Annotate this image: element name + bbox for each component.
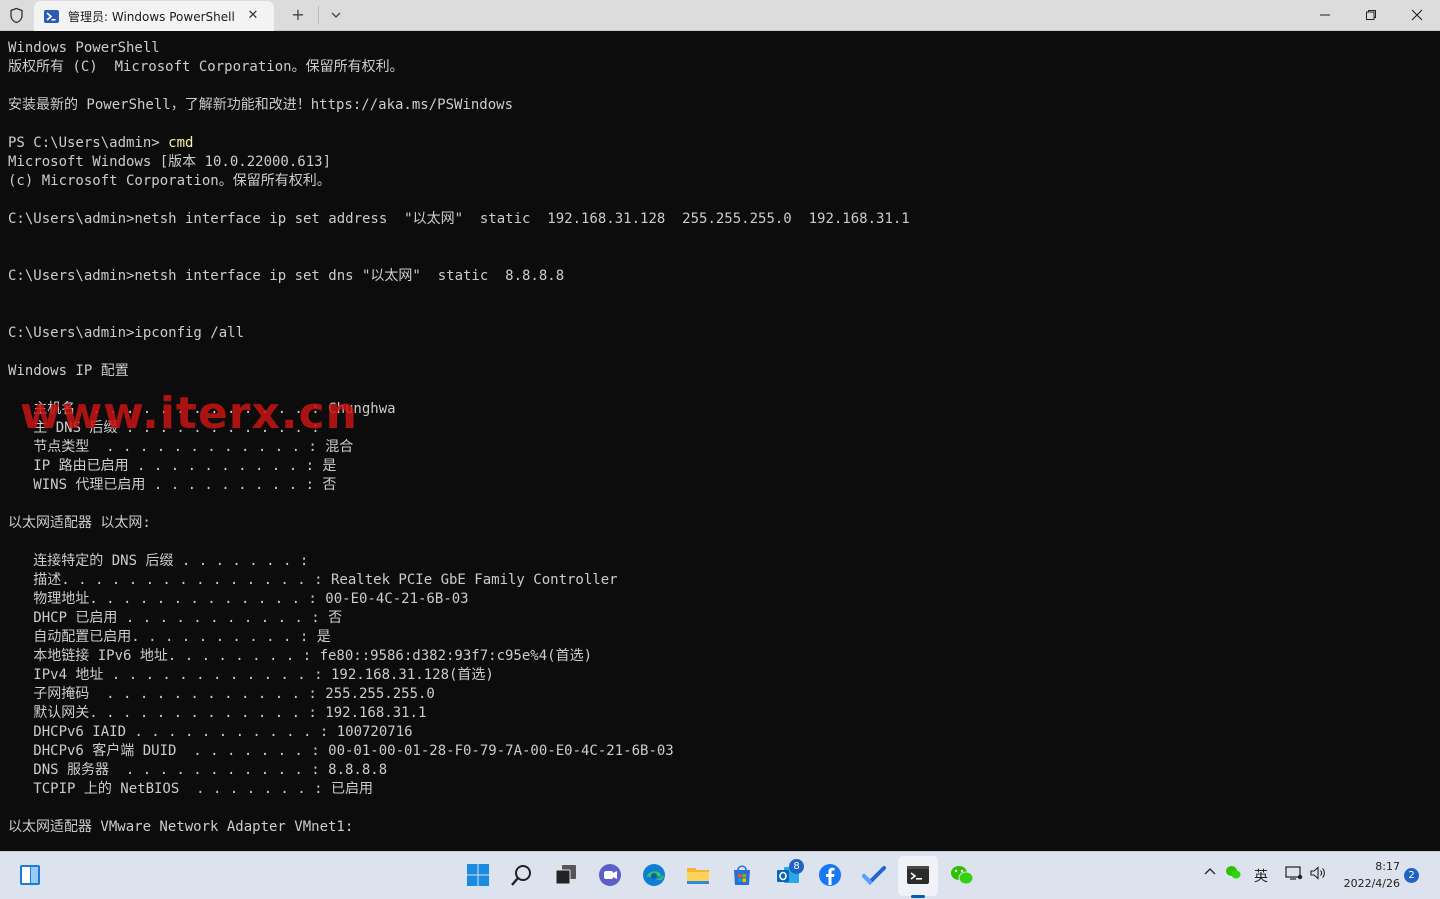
powershell-icon — [44, 9, 59, 24]
terminal-line: IPv4 地址 . . . . . . . . . . . . : 192.16… — [8, 667, 494, 683]
terminal-line: 物理地址. . . . . . . . . . . . . : 00-E0-4C… — [8, 591, 469, 607]
terminal-line: 版权所有 (C) Microsoft Corporation。保留所有权利。 — [8, 59, 404, 75]
watermark: www.iterx.cn — [20, 388, 359, 439]
terminal-line: DHCPv6 客户端 DUID . . . . . . . : 00-01-00… — [8, 743, 674, 759]
edge-icon[interactable] — [639, 860, 669, 890]
tab-dropdown-button[interactable] — [324, 5, 348, 25]
terminal-pane[interactable]: Windows PowerShell 版权所有 (C) Microsoft Cor… — [0, 31, 1440, 851]
close-tab-button[interactable]: ✕ — [243, 6, 263, 26]
terminal-line: WINS 代理已启用 . . . . . . . . . : 否 — [8, 477, 337, 493]
terminal-line: Microsoft Windows [版本 10.0.22000.613] — [8, 154, 332, 170]
terminal-line: 本地链接 IPv6 地址. . . . . . . . : fe80::9586… — [8, 648, 593, 664]
network-icon[interactable] — [1285, 865, 1303, 885]
tab-title: 管理员: Windows PowerShell — [68, 10, 235, 24]
wechat-icon[interactable] — [947, 860, 977, 890]
clock-date[interactable]: 2022/4/26 — [1330, 877, 1400, 890]
new-tab-button[interactable]: + — [286, 5, 310, 25]
close-icon — [1411, 9, 1423, 21]
widgets-icon[interactable] — [15, 860, 45, 890]
store-icon[interactable] — [727, 860, 757, 890]
file-explorer-icon[interactable] — [683, 860, 713, 890]
terminal-line: C:\Users\admin>netsh interface ip set dn… — [8, 268, 565, 284]
maximize-button[interactable] — [1348, 0, 1394, 30]
terminal-line: 以太网适配器 以太网: — [8, 515, 151, 531]
terminal-icon[interactable] — [903, 860, 933, 890]
chevron-up-icon[interactable] — [1202, 864, 1218, 884]
chevron-down-icon — [331, 12, 341, 18]
taskbar: 英 8:17 2022/4/26 2 — [0, 851, 1440, 899]
todo-icon[interactable] — [859, 860, 889, 890]
terminal-line: 节点类型 . . . . . . . . . . . . : 混合 — [8, 439, 354, 455]
terminal-line: IP 路由已启用 . . . . . . . . . . : 是 — [8, 458, 337, 474]
terminal-line: DNS 服务器 . . . . . . . . . . . : 8.8.8.8 — [8, 762, 388, 778]
tab-powershell[interactable]: 管理员: Windows PowerShell ✕ — [34, 1, 274, 31]
ime-indicator[interactable]: 英 — [1254, 866, 1268, 886]
terminal-line: (c) Microsoft Corporation。保留所有权利。 — [8, 173, 331, 189]
terminal-line: DHCPv6 IAID . . . . . . . . . . . : 1007… — [8, 724, 413, 740]
terminal-line: C:\Users\admin>netsh interface ip set ad… — [8, 211, 910, 227]
terminal-line: PS C:\Users\admin> cmd — [8, 135, 194, 151]
search-icon[interactable] — [507, 860, 537, 890]
terminal-line: 自动配置已启用. . . . . . . . . . : 是 — [8, 629, 331, 645]
terminal-line: 安装最新的 PowerShell，了解新功能和改进！https://aka.ms… — [8, 97, 514, 113]
outlook-unread-badge: 8 — [789, 859, 804, 874]
minimize-button[interactable] — [1302, 0, 1348, 30]
task-view-icon[interactable] — [551, 860, 581, 890]
title-bar: 管理员: Windows PowerShell ✕ + — [0, 0, 1440, 31]
terminal-line: TCPIP 上的 NetBIOS . . . . . . . : 已启用 — [8, 781, 374, 797]
terminal-line: C:\Users\admin>ipconfig /all — [8, 325, 245, 341]
restore-icon — [1366, 10, 1376, 20]
facebook-icon[interactable] — [815, 860, 845, 890]
terminal-line: Windows PowerShell — [8, 40, 160, 56]
terminal-line: 子网掩码 . . . . . . . . . . . . : 255.255.2… — [8, 686, 435, 702]
volume-icon[interactable] — [1309, 865, 1327, 885]
shield-icon — [8, 7, 25, 24]
wechat-tray-icon[interactable] — [1225, 864, 1241, 884]
close-window-button[interactable] — [1394, 0, 1440, 30]
terminal-line: Windows IP 配置 — [8, 363, 129, 379]
clock-time[interactable]: 8:17 — [1360, 860, 1400, 873]
terminal-line: 默认网关. . . . . . . . . . . . . : 192.168.… — [8, 705, 427, 721]
notification-badge[interactable]: 2 — [1404, 868, 1419, 883]
typed-command: cmd — [168, 135, 194, 151]
minimize-icon — [1320, 14, 1330, 16]
teams-chat-icon[interactable] — [595, 860, 625, 890]
terminal-line: DHCP 已启用 . . . . . . . . . . . : 否 — [8, 610, 343, 626]
terminal-line: 描述. . . . . . . . . . . . . . . : Realte… — [8, 572, 618, 588]
start-icon[interactable] — [463, 860, 493, 890]
divider — [318, 6, 319, 24]
active-app-indicator — [911, 895, 925, 898]
terminal-line: 以太网适配器 VMware Network Adapter VMnet1: — [8, 819, 354, 835]
terminal-line: 连接特定的 DNS 后缀 . . . . . . . : — [8, 553, 309, 569]
